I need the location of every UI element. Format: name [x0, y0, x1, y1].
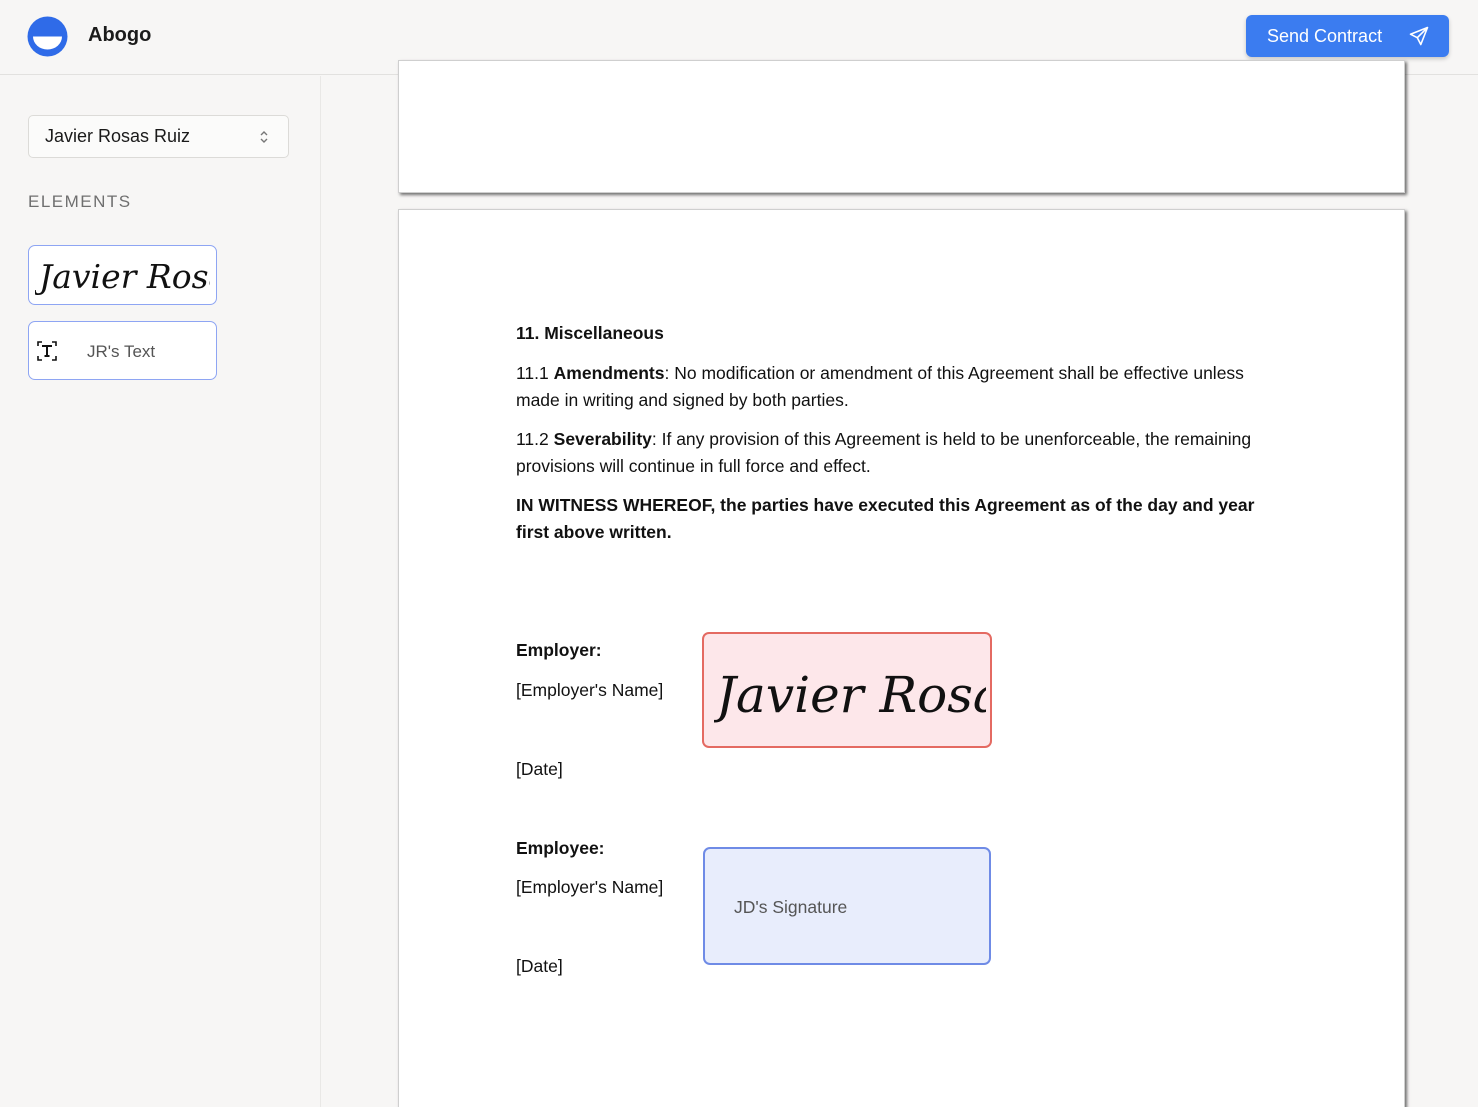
employer-signature: Javier Rosas [714, 666, 986, 724]
employee-signature-placeholder: JD's Signature [734, 897, 848, 917]
clause-number: 11.2 [516, 429, 549, 449]
clause-11-2: 11.2 Severability: If any provision of t… [516, 426, 1276, 480]
employee-label: Employee: [516, 838, 605, 858]
witness-statement: IN WITNESS WHEREOF, the parties have exe… [516, 495, 1255, 542]
employee-name: [Employer's Name] [516, 877, 664, 897]
section-heading: 11. Miscellaneous [516, 323, 664, 343]
employer-signature-text: Javier Rosas [714, 666, 986, 724]
send-contract-button[interactable]: Send Contract [1246, 15, 1449, 57]
abogo-logo-icon [27, 16, 68, 57]
document-page-previous [398, 60, 1405, 193]
employer-signature-field[interactable]: Javier Rosas [702, 632, 992, 748]
elements-section-label: ELEMENTS [28, 192, 132, 211]
clause-number: 11.1 [516, 363, 549, 383]
app-name: Abogo [88, 24, 152, 46]
employee-signature-field[interactable]: JD's Signature [703, 847, 991, 965]
send-icon [1409, 26, 1429, 46]
send-contract-label: Send Contract [1267, 25, 1383, 46]
signature-preview-text: Javier Rosas [35, 257, 210, 296]
signer-select-value: Javier Rosas Ruiz [45, 126, 191, 146]
signature-preview: Javier Rosas [35, 257, 210, 296]
chevron-up-down-icon [260, 131, 268, 143]
sidebar: Javier Rosas Ruiz ELEMENTS Javier Rosas … [0, 76, 321, 1107]
employer-label: Employer: [516, 640, 602, 660]
employee-date: [Date] [516, 956, 563, 976]
text-element-label: JR's Text [87, 342, 156, 361]
clause-title: Severability [553, 429, 652, 449]
signer-select[interactable]: Javier Rosas Ruiz [28, 115, 289, 158]
clause-11-1: 11.1 Amendments: No modification or amen… [516, 360, 1276, 414]
text-icon [37, 341, 57, 361]
text-element[interactable]: JR's Text [28, 321, 217, 380]
clause-title: Amendments [553, 363, 665, 383]
employer-date: [Date] [516, 759, 563, 779]
signature-element[interactable]: Javier Rosas [28, 245, 217, 305]
employer-name: [Employer's Name] [516, 680, 664, 700]
